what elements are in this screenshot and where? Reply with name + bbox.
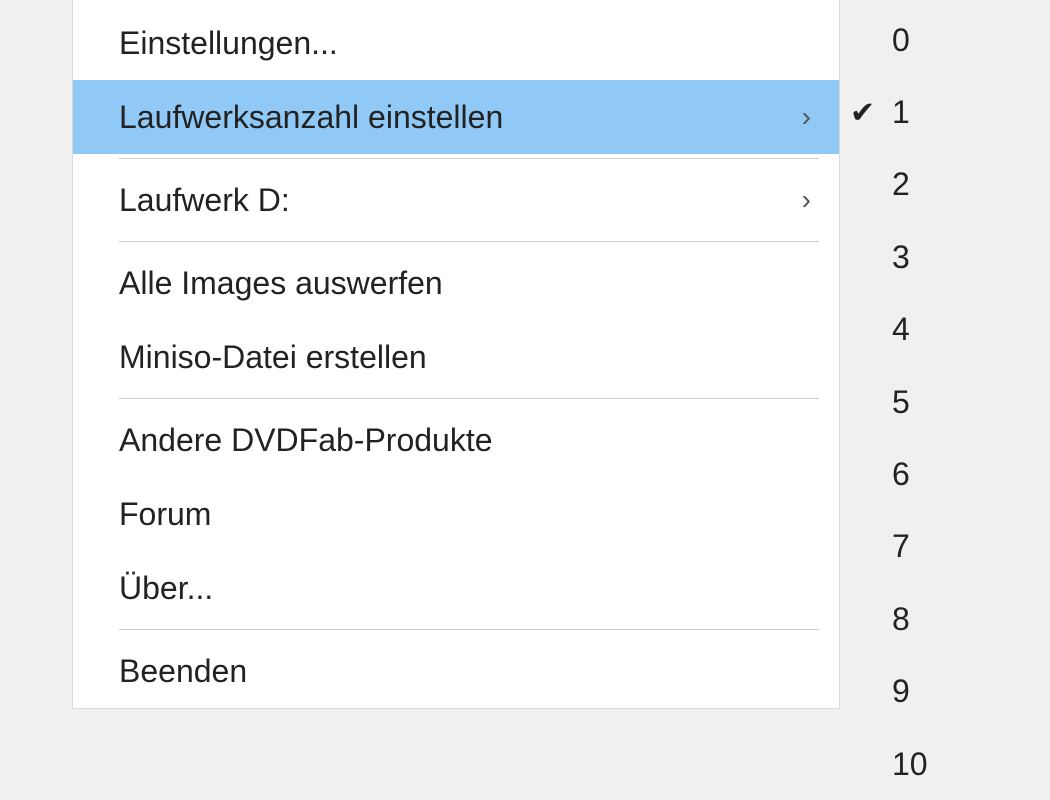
menu-item-label: Andere DVDFab-Produkte (119, 424, 493, 456)
drive-count-option-5[interactable]: 5 (846, 366, 1050, 438)
drive-count-option-7[interactable]: 7 (846, 511, 1050, 583)
menu-item-create-miniso[interactable]: Miniso-Datei erstellen (73, 320, 839, 394)
option-label: 6 (892, 456, 910, 493)
option-label: 7 (892, 528, 910, 565)
option-label: 8 (892, 601, 910, 638)
menu-item-label: Laufwerk D: (119, 184, 290, 216)
option-label: 0 (892, 22, 910, 59)
chevron-right-icon: › (802, 103, 815, 131)
menu-item-label: Über... (119, 572, 213, 604)
drive-count-option-8[interactable]: 8 (846, 583, 1050, 655)
menu-item-about[interactable]: Über... (73, 551, 839, 625)
menu-separator (119, 398, 819, 399)
drive-count-option-0[interactable]: 0 (846, 4, 1050, 76)
main-context-menu: Einstellungen... Laufwerksanzahl einstel… (72, 0, 840, 709)
menu-item-settings[interactable]: Einstellungen... (73, 6, 839, 80)
option-label: 4 (892, 311, 910, 348)
context-menu-stage: Einstellungen... Laufwerksanzahl einstel… (0, 0, 1050, 800)
menu-item-label: Laufwerksanzahl einstellen (119, 101, 503, 133)
menu-separator (119, 241, 819, 242)
menu-separator (119, 158, 819, 159)
drive-count-option-3[interactable]: 3 (846, 221, 1050, 293)
menu-item-forum[interactable]: Forum (73, 477, 839, 551)
menu-item-other-products[interactable]: Andere DVDFab-Produkte (73, 403, 839, 477)
chevron-right-icon: › (802, 186, 815, 214)
menu-item-eject-all-images[interactable]: Alle Images auswerfen (73, 246, 839, 320)
drive-count-option-10[interactable]: 10 (846, 728, 1050, 800)
menu-separator (119, 629, 819, 630)
menu-item-label: Beenden (119, 655, 247, 687)
menu-item-set-drive-count[interactable]: Laufwerksanzahl einstellen › (73, 80, 839, 154)
drive-count-submenu: 0 ✔ 1 2 3 4 5 6 7 8 9 10 (846, 0, 1050, 800)
option-label: 10 (892, 746, 928, 783)
menu-item-label: Einstellungen... (119, 27, 338, 59)
drive-count-option-6[interactable]: 6 (846, 438, 1050, 510)
drive-count-option-4[interactable]: 4 (846, 294, 1050, 366)
option-label: 1 (892, 94, 910, 131)
option-label: 9 (892, 673, 910, 710)
drive-count-option-2[interactable]: 2 (846, 149, 1050, 221)
menu-item-label: Alle Images auswerfen (119, 267, 443, 299)
option-label: 3 (892, 239, 910, 276)
drive-count-option-1[interactable]: ✔ 1 (846, 76, 1050, 148)
menu-item-drive-d[interactable]: Laufwerk D: › (73, 163, 839, 237)
menu-item-label: Miniso-Datei erstellen (119, 341, 427, 373)
option-label: 5 (892, 384, 910, 421)
menu-item-exit[interactable]: Beenden (73, 634, 839, 708)
checkmark-icon: ✔ (850, 95, 875, 130)
drive-count-option-9[interactable]: 9 (846, 656, 1050, 728)
menu-item-label: Forum (119, 498, 211, 530)
option-label: 2 (892, 166, 910, 203)
